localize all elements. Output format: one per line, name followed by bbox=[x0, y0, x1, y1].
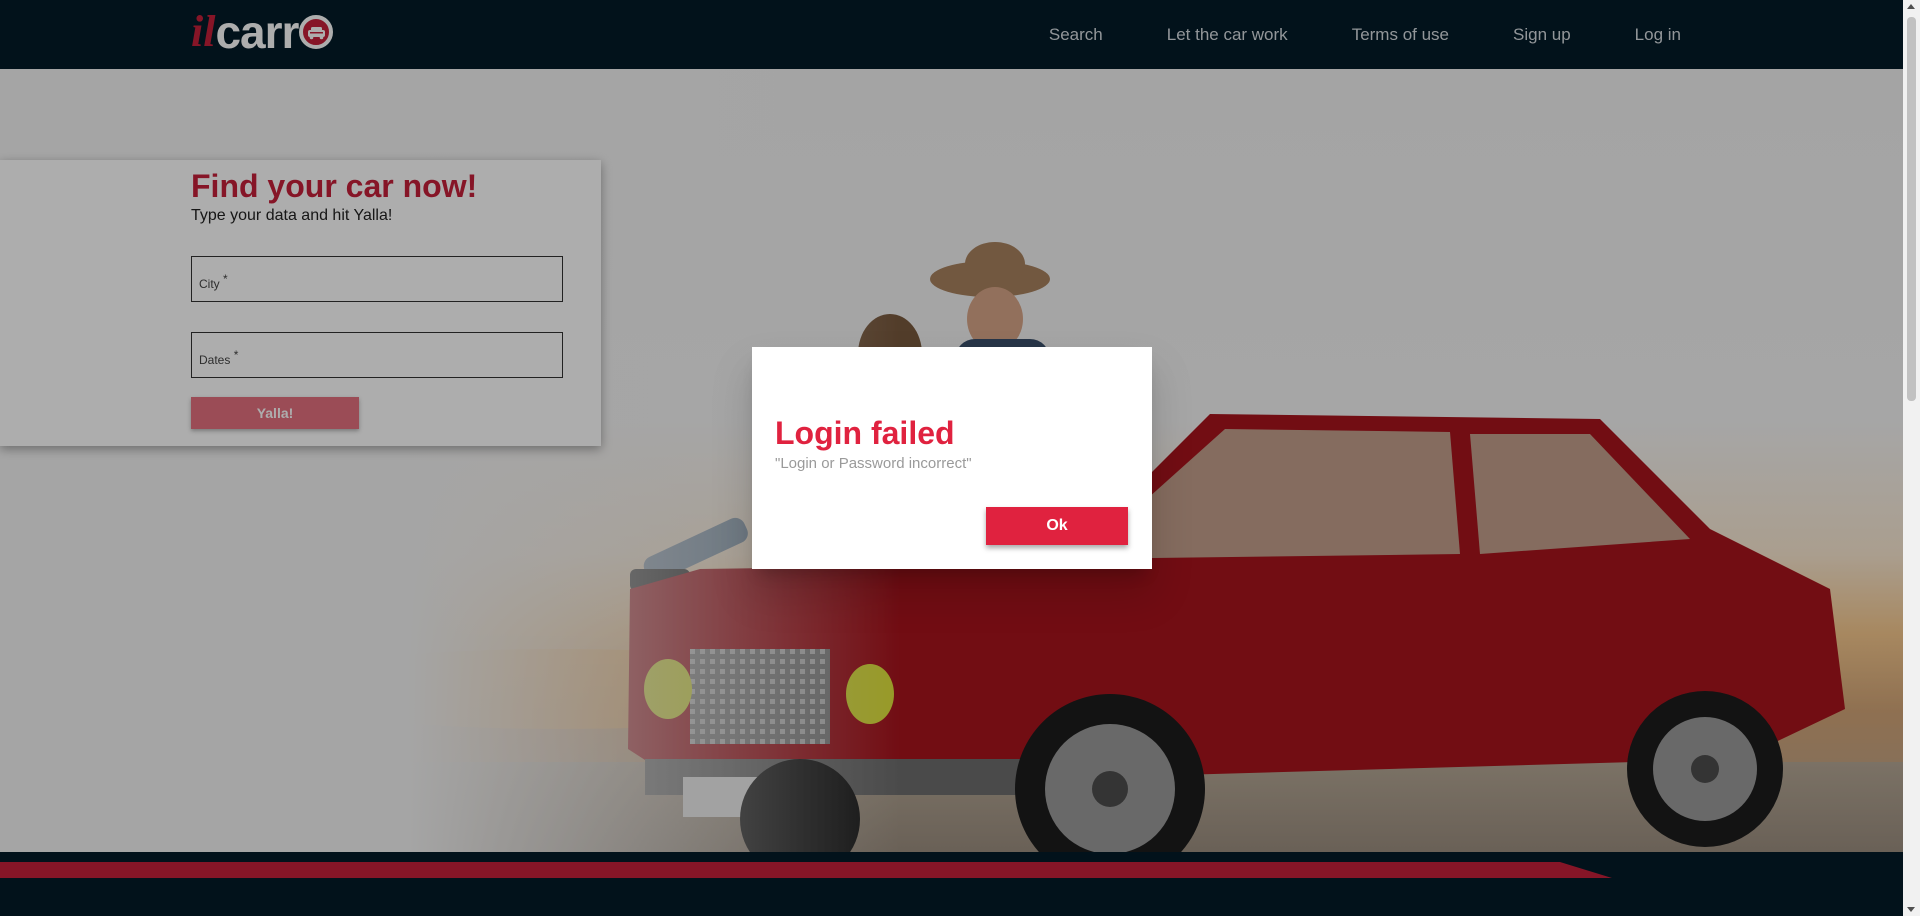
scroll-thumb[interactable] bbox=[1907, 17, 1916, 401]
login-failed-dialog: Login failed "Login or Password incorrec… bbox=[752, 347, 1152, 569]
scroll-up-arrow-icon[interactable] bbox=[1907, 4, 1915, 9]
page-scrollbar[interactable] bbox=[1903, 0, 1920, 916]
ok-button[interactable]: Ok bbox=[986, 507, 1128, 545]
dialog-title: Login failed bbox=[775, 415, 955, 451]
dialog-message: "Login or Password incorrect" bbox=[775, 455, 972, 472]
scroll-down-arrow-icon[interactable] bbox=[1907, 907, 1915, 912]
